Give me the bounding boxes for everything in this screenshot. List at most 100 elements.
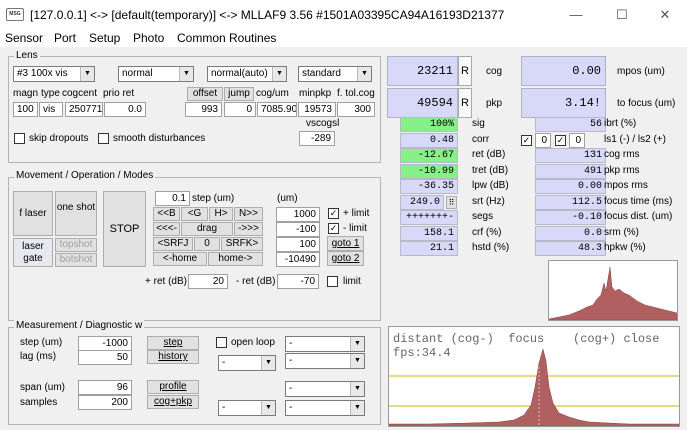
limit-checkbox[interactable] bbox=[327, 276, 338, 287]
minus-ret-field[interactable]: -70 bbox=[277, 274, 319, 289]
move-nn-button[interactable]: N>> bbox=[234, 207, 263, 221]
cog-pkp-button[interactable]: cog+pkp bbox=[147, 395, 199, 409]
readout-1-label: corr bbox=[472, 133, 490, 145]
lag-field[interactable]: 50 bbox=[78, 350, 132, 365]
maximize-button[interactable]: ☐ bbox=[602, 4, 642, 26]
plus-limit-checkbox[interactable]: ✓ bbox=[328, 208, 339, 219]
meas-combo-6[interactable]: - ▼ bbox=[285, 400, 365, 416]
topshot-button[interactable]: topshot bbox=[55, 238, 97, 252]
profile-button[interactable]: profile bbox=[147, 380, 199, 394]
chevron-down-icon: ▼ bbox=[80, 67, 94, 81]
window-title: [127.0.0.1] <-> [default(temporary)] <->… bbox=[30, 8, 505, 22]
smooth-disturbances-checkbox[interactable] bbox=[98, 133, 109, 144]
ftol-field[interactable]: 300 bbox=[337, 102, 375, 117]
vscogsl-field[interactable]: -289 bbox=[299, 131, 335, 146]
readout-1-value: 0.48 bbox=[400, 132, 458, 148]
standard-select[interactable]: standard ▼ bbox=[298, 66, 372, 82]
goto2-field[interactable]: -10490 bbox=[276, 252, 320, 267]
readout-2-value2: 131 bbox=[535, 148, 606, 163]
meas-combo-5[interactable]: - ▼ bbox=[218, 400, 276, 416]
zero-button[interactable]: 0 bbox=[194, 237, 220, 251]
srfj-button[interactable]: <SRFJ bbox=[153, 237, 193, 251]
stop-button[interactable]: STOP bbox=[103, 191, 146, 267]
menu-setup[interactable]: Setup bbox=[89, 31, 120, 45]
readout-4-label2: mpos rms bbox=[604, 180, 648, 191]
cogcent-field[interactable]: 250771 bbox=[65, 102, 103, 117]
menu-common-routines[interactable]: Common Routines bbox=[177, 31, 276, 45]
mode-select[interactable]: normal ▼ bbox=[118, 66, 194, 82]
prio-field[interactable]: 0.0 bbox=[104, 102, 146, 117]
minus-limit-checkbox[interactable]: ✓ bbox=[328, 223, 339, 234]
history-button[interactable]: history bbox=[147, 350, 199, 364]
goto2-button[interactable]: goto 2 bbox=[327, 251, 364, 266]
readout-4-label: lpw (dB) bbox=[472, 180, 509, 191]
auto-select[interactable]: normal(auto) ▼ bbox=[207, 66, 287, 82]
cog-reset-button[interactable]: R bbox=[458, 56, 472, 86]
ls2-field[interactable]: 0 bbox=[569, 132, 585, 148]
pkp-label: pkp bbox=[486, 98, 503, 109]
offset-button[interactable]: offset bbox=[187, 87, 223, 101]
readout-3-value: -10.99 bbox=[400, 163, 458, 179]
srt-grip-button[interactable]: ⠿ bbox=[446, 195, 457, 209]
home-left-button[interactable]: <-home bbox=[153, 252, 207, 266]
readout-8-label: hstd (%) bbox=[472, 242, 510, 253]
plus-ret-field[interactable]: 20 bbox=[188, 274, 228, 289]
jump-button[interactable]: jump bbox=[224, 87, 254, 101]
one-shot-button[interactable]: one shot bbox=[55, 191, 97, 236]
ls2-checkbox[interactable]: ✓ bbox=[555, 134, 566, 146]
move-h-button[interactable]: H> bbox=[209, 207, 233, 221]
readout-7-label2: srm (%) bbox=[604, 226, 639, 238]
offset-field[interactable]: 993 bbox=[185, 102, 222, 117]
meas-combo-2[interactable]: - ▼ bbox=[285, 336, 365, 352]
readout-5-label: srt (Hz) bbox=[472, 195, 505, 207]
type-field[interactable]: vis bbox=[39, 102, 63, 117]
meas-combo-4[interactable]: - ▼ bbox=[285, 381, 365, 397]
pkp-reset-button[interactable]: R bbox=[458, 88, 472, 118]
laser-gate-button[interactable]: laser gate bbox=[13, 238, 53, 267]
laser-button[interactable]: f laser bbox=[13, 191, 53, 236]
skip-dropouts-checkbox[interactable] bbox=[14, 133, 25, 144]
jump-field[interactable]: 0 bbox=[224, 102, 256, 117]
meas-combo-3-value: - bbox=[289, 355, 293, 366]
magn-field[interactable]: 100 bbox=[13, 102, 38, 117]
readout-6-label: segs bbox=[472, 211, 494, 222]
minpkp-field[interactable]: 19573 bbox=[298, 102, 336, 117]
meas-combo-1[interactable]: - ▼ bbox=[218, 355, 276, 371]
minimize-button[interactable]: — bbox=[556, 4, 596, 26]
lens-select[interactable]: #3 100x vis ▼ bbox=[13, 66, 95, 82]
meas-combo-2-value: - bbox=[289, 338, 293, 349]
meas-combo-4-value: - bbox=[289, 383, 293, 394]
close-button[interactable]: ✕ bbox=[645, 4, 685, 26]
meas-step-field[interactable]: -1000 bbox=[78, 336, 132, 351]
move-bb-button[interactable]: <<B bbox=[153, 207, 180, 221]
drag-button[interactable]: drag bbox=[181, 222, 233, 236]
step-button[interactable]: step bbox=[147, 336, 199, 350]
ls1-checkbox[interactable]: ✓ bbox=[521, 134, 532, 146]
minus-limit-field[interactable]: -100 bbox=[276, 222, 320, 237]
srfk-button[interactable]: SRFK> bbox=[221, 237, 263, 251]
meas-combo-3[interactable]: - ▼ bbox=[285, 353, 365, 369]
readout-4-value2: 0.00 bbox=[535, 179, 606, 194]
goto1-field[interactable]: 100 bbox=[276, 237, 320, 252]
mpos-label: mpos (um) bbox=[617, 66, 665, 77]
ls1-field[interactable]: 0 bbox=[535, 132, 551, 148]
readout-6-label2: focus dist. (um) bbox=[604, 211, 673, 222]
step-um-field[interactable]: 0.1 bbox=[155, 191, 190, 206]
chevron-down-icon: ▼ bbox=[350, 337, 364, 351]
cog-um-field[interactable]: 7085.90 bbox=[257, 102, 297, 117]
readout-7-value: 158.1 bbox=[400, 225, 458, 241]
menu-port[interactable]: Port bbox=[54, 31, 76, 45]
span-field[interactable]: 96 bbox=[78, 380, 132, 395]
move-g-button[interactable]: <G bbox=[181, 207, 208, 221]
home-right-button[interactable]: home-> bbox=[208, 252, 263, 266]
plus-limit-field[interactable]: 1000 bbox=[276, 207, 320, 222]
move-right-fast-button[interactable]: ->>> bbox=[234, 222, 263, 236]
readout-4-value: -36.35 bbox=[400, 179, 458, 194]
move-left-fast-button[interactable]: <<<- bbox=[153, 222, 180, 236]
botshot-button[interactable]: botshot bbox=[55, 253, 97, 267]
goto1-button[interactable]: goto 1 bbox=[327, 236, 364, 251]
menu-photo[interactable]: Photo bbox=[133, 31, 164, 45]
open-loop-checkbox[interactable] bbox=[216, 337, 227, 348]
samples-field[interactable]: 200 bbox=[78, 395, 132, 410]
menu-sensor[interactable]: Sensor bbox=[5, 31, 43, 45]
